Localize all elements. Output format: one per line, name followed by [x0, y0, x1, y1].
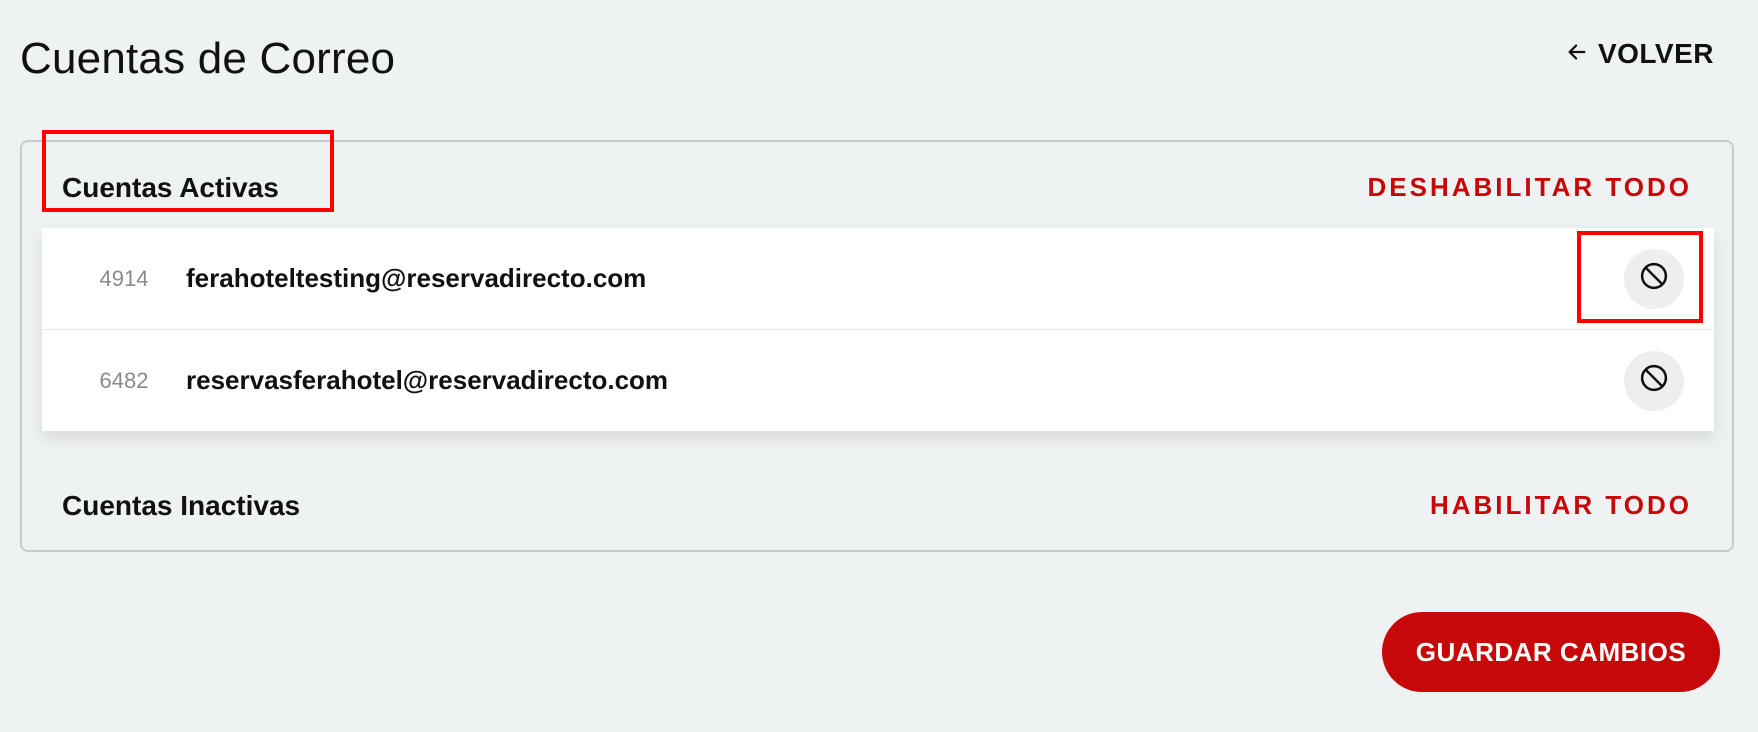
active-accounts-header: Cuentas Activas DESHABILITAR TODO [22, 142, 1732, 203]
inactive-accounts-title: Cuentas Inactivas [62, 490, 301, 521]
block-icon [1639, 261, 1669, 296]
table-row: 4914 ferahoteltesting@reservadirecto.com [42, 228, 1714, 330]
arrow-left-icon [1566, 38, 1588, 70]
page-header: Cuentas de Correo VOLVER [20, 22, 1738, 102]
back-button[interactable]: VOLVER [1566, 38, 1714, 70]
account-id: 6482 [99, 367, 149, 393]
account-email: ferahoteltesting@reservadirecto.com [186, 263, 647, 293]
inactive-accounts-header: Cuentas Inactivas HABILITAR TODO [22, 460, 1732, 521]
active-accounts-title: Cuentas Activas [62, 172, 279, 203]
disable-account-button[interactable] [1624, 350, 1684, 411]
save-changes-button[interactable]: GUARDAR CAMBIOS [1382, 612, 1720, 692]
enable-all-button[interactable]: HABILITAR TODO [1430, 490, 1692, 521]
disable-account-button[interactable] [1624, 248, 1684, 309]
account-id: 4914 [99, 265, 149, 291]
disable-all-button[interactable]: DESHABILITAR TODO [1368, 172, 1692, 203]
back-button-label: VOLVER [1597, 38, 1714, 69]
block-icon [1639, 363, 1669, 398]
page-title: Cuentas de Correo [20, 34, 396, 83]
account-email: reservasferahotel@reservadirecto.com [186, 365, 669, 395]
accounts-card: Cuentas Activas DESHABILITAR TODO 4914 f… [20, 140, 1734, 552]
active-accounts-list: 4914 ferahoteltesting@reservadirecto.com… [42, 228, 1714, 431]
table-row: 6482 reservasferahotel@reservadirecto.co… [42, 330, 1714, 431]
